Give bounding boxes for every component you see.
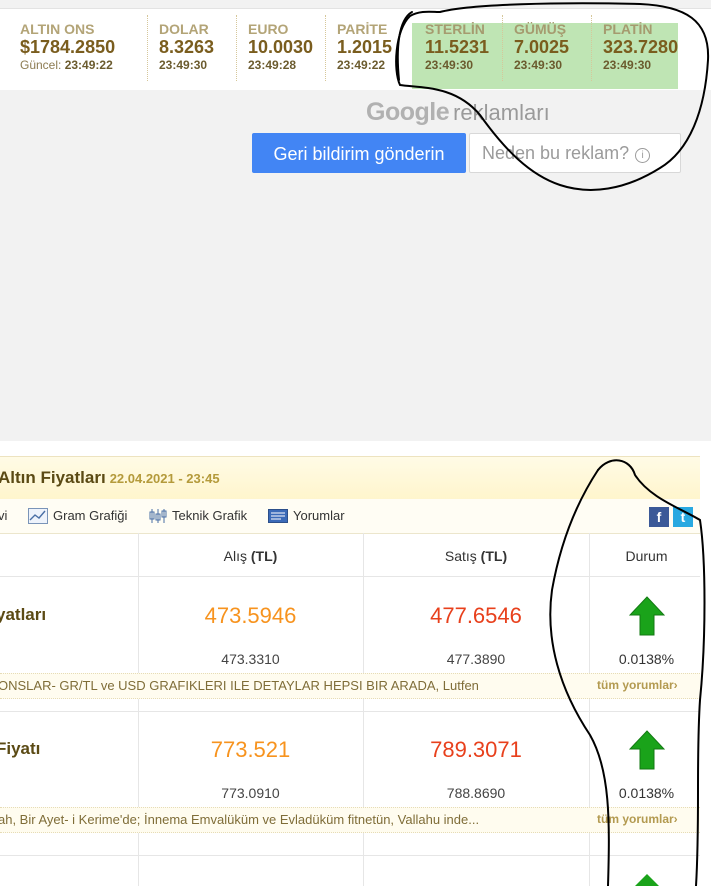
info-icon: i: [635, 148, 651, 163]
all-comments-link[interactable]: tüm yorumlar›: [597, 812, 678, 826]
ticker-time: 23:49:22: [64, 58, 113, 72]
comments-icon: [268, 509, 288, 523]
ticker-value: $1784.2850: [20, 37, 116, 57]
sell-header-label: Satış: [444, 548, 477, 564]
change-percent: 0.0138%: [618, 651, 675, 667]
ticker-name: GÜMÜŞ: [514, 21, 567, 37]
ticker-item-altin-ons[interactable]: ALTIN ONS $1784.2850 Güncel: 23:49:22: [9, 15, 146, 81]
ticker-time: 23:49:28: [248, 58, 297, 72]
panel-header: Altın Fiyatları 22.04.2021 - 23:45: [0, 456, 700, 500]
column-divider: [589, 533, 590, 886]
ticker-value: 10.0030: [248, 37, 314, 57]
chart-line-icon: [28, 508, 48, 524]
google-ads-label: Google reklamları: [366, 96, 550, 129]
ticker-value: 11.5231: [425, 37, 490, 57]
panel-date: 22.04.2021 - 23:45: [109, 471, 220, 486]
up-arrow-icon: [629, 730, 665, 770]
all-comments-link[interactable]: tüm yorumlar›: [597, 678, 678, 692]
gram-chart-link[interactable]: Gram Grafiği: [28, 508, 127, 524]
column-header-status: Durum: [625, 548, 668, 564]
column-header-buy: Alış (TL): [138, 548, 363, 564]
technical-chart-label: Teknik Grafik: [172, 508, 248, 523]
buy-previous-price: 773.0910: [221, 785, 280, 801]
google-logo: Google: [366, 98, 450, 126]
ticker-item-dolar[interactable]: DOLAR 8.3263 23:49:30: [147, 15, 235, 81]
sell-previous-price: 477.3890: [446, 651, 506, 667]
comments-label: Yorumlar: [293, 508, 345, 523]
gold-prices-panel: Altın Fiyatları 22.04.2021 - 23:45 vi Gra…: [0, 441, 711, 886]
comment-text[interactable]: ah, Bir Ayet- i Kerime'de; İnnema Emvalü…: [0, 812, 479, 827]
sell-header-unit: (TL): [480, 548, 508, 564]
buy-header-unit: (TL): [250, 548, 278, 564]
row-divider: [0, 855, 700, 856]
twitter-share-icon[interactable]: t: [673, 507, 693, 527]
up-arrow-icon: [629, 596, 665, 636]
up-arrow-icon: [635, 874, 659, 886]
ticker-time: 23:49:30: [159, 58, 208, 72]
gram-chart-label: Gram Grafiği: [53, 508, 128, 523]
ticker-time-label: Güncel:: [20, 58, 62, 72]
row-divider: [0, 711, 700, 712]
row-divider: [0, 576, 700, 577]
google-ads-text: reklamları: [453, 100, 550, 125]
comment-row: ONSLAR- GR/TL ve USD GRAFIKLERI ILE DETA…: [0, 673, 700, 699]
comments-link[interactable]: Yorumlar: [268, 508, 345, 524]
ticker-name: ALTIN ONS: [20, 21, 95, 37]
panel-toolbar: vi Gram Grafiği Teknik Grafik Yorumlar f…: [0, 499, 700, 534]
candlestick-icon: [149, 509, 167, 523]
toolbar-item-cut[interactable]: vi: [0, 508, 7, 523]
change-percent: 0.0138%: [618, 785, 675, 801]
price-ticker-bar: ALTIN ONS $1784.2850 Güncel: 23:49:22 DO…: [0, 8, 711, 91]
sell-price: 477.6546: [430, 603, 522, 628]
facebook-share-icon[interactable]: f: [649, 507, 669, 527]
why-this-ad-label: Neden bu reklam?: [482, 143, 630, 163]
technical-chart-link[interactable]: Teknik Grafik: [149, 508, 247, 524]
send-feedback-button[interactable]: Geri bildirim gönderin: [252, 133, 466, 173]
ticker-value: 323.7280: [603, 37, 679, 57]
ticker-time: 23:49:30: [514, 58, 563, 72]
row-title[interactable]: yatları: [0, 605, 46, 625]
column-divider: [363, 533, 364, 886]
panel-title: Altın Fiyatları: [0, 468, 106, 487]
ticker-name: DOLAR: [159, 21, 209, 37]
ticker-name: STERLİN: [425, 21, 485, 37]
column-header-sell: Satış (TL): [363, 548, 589, 564]
ticker-item-euro[interactable]: EURO 10.0030 23:49:28: [236, 15, 324, 81]
ticker-value: 7.0025: [514, 37, 570, 57]
ticker-name: PLATİN: [603, 21, 653, 37]
comment-text[interactable]: ONSLAR- GR/TL ve USD GRAFIKLERI ILE DETA…: [0, 678, 479, 693]
ticker-name: EURO: [248, 21, 289, 37]
buy-header-label: Alış: [223, 548, 247, 564]
column-divider: [138, 533, 139, 886]
sell-price: 789.3071: [430, 737, 522, 762]
row-title[interactable]: Fiyatı: [0, 739, 40, 759]
ticker-time: 23:49:22: [337, 58, 386, 72]
buy-previous-price: 473.3310: [221, 651, 280, 667]
ticker-item-gumus[interactable]: GÜMÜŞ 7.0025 23:49:30: [502, 15, 590, 81]
ticker-item-parite[interactable]: PARİTE 1.2015 23:49:22: [325, 15, 413, 81]
ticker-value: 8.3263: [159, 37, 215, 57]
ticker-value: 1.2015: [337, 37, 393, 57]
comment-row: ah, Bir Ayet- i Kerime'de; İnnema Emvalü…: [0, 807, 700, 833]
ticker-time: 23:49:30: [603, 58, 652, 72]
ticker-name: PARİTE: [337, 21, 388, 37]
buy-price: 473.5946: [204, 603, 297, 628]
ticker-item-sterlin[interactable]: STERLİN 11.5231 23:49:30: [414, 15, 502, 81]
why-this-ad-button[interactable]: Neden bu reklam? i: [469, 133, 681, 173]
buy-price: 773.521: [210, 737, 291, 762]
ticker-time: 23:49:30: [425, 58, 474, 72]
ticker-item-platin[interactable]: PLATİN 323.7280 23:49:30: [591, 15, 691, 81]
sell-previous-price: 788.8690: [446, 785, 506, 801]
